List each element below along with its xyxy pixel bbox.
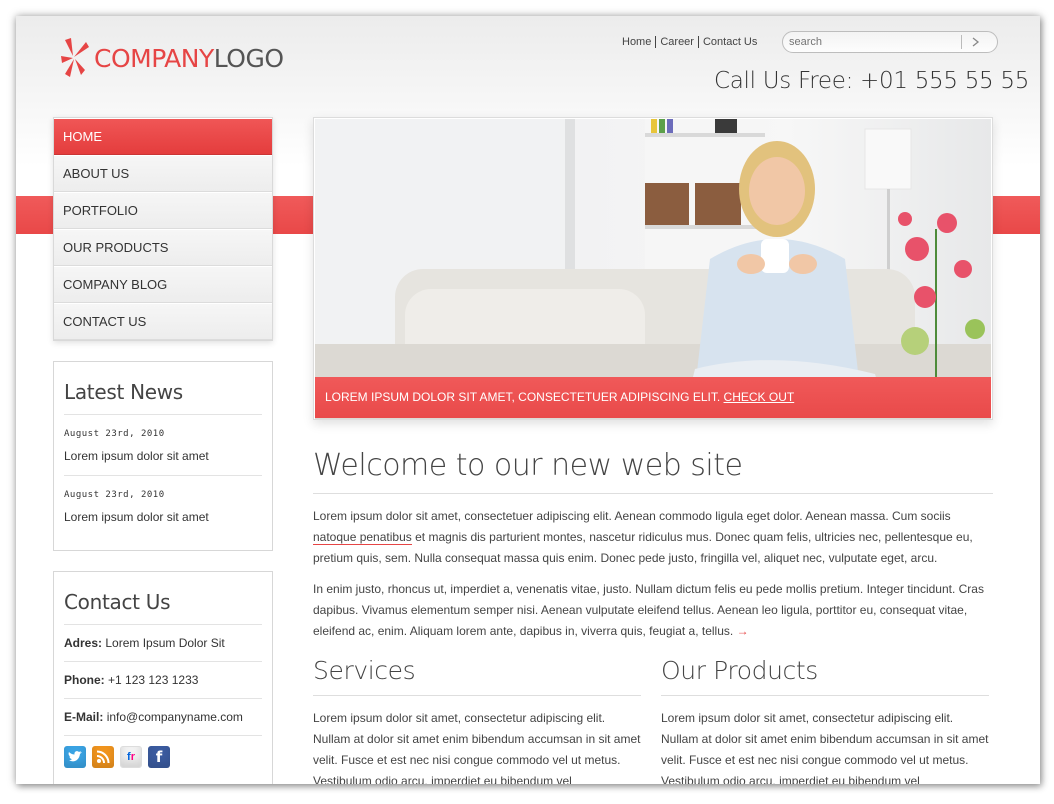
products-title: Our Products [661, 656, 989, 696]
news-text[interactable]: Lorem ipsum dolor sit amet [64, 449, 262, 463]
main-nav: HOME ABOUT US PORTFOLIO OUR PRODUCTS COM… [53, 117, 273, 341]
news-item[interactable]: August 23rd, 2010 Lorem ipsum dolor sit … [64, 415, 262, 476]
services-section: Services Lorem ipsum dolor sit amet, con… [313, 656, 641, 784]
email-label: E-Mail: [64, 710, 104, 724]
welcome-paragraph-2: In enim justo, rhoncus ut, imperdiet a, … [313, 579, 993, 642]
email-value[interactable]: info@companyname.com [107, 710, 243, 724]
rss-icon[interactable] [92, 746, 114, 768]
top-link-career[interactable]: Career [655, 36, 698, 48]
contact-box: Contact Us Adres: Lorem Ipsum Dolor Sit … [53, 571, 273, 784]
phone-label: Phone: [64, 673, 105, 687]
contact-phone: Phone: +1 123 123 1233 [64, 662, 262, 699]
nav-item-contact-us[interactable]: CONTACT US [54, 303, 272, 340]
facebook-icon[interactable]: f [148, 746, 170, 768]
nav-item-about-us[interactable]: ABOUT US [54, 155, 272, 192]
twitter-icon[interactable] [64, 746, 86, 768]
company-logo[interactable]: COMPANYLOGO [60, 36, 284, 80]
welcome-title: Welcome to our new web site [313, 448, 993, 494]
welcome-paragraph-1: Lorem ipsum dolor sit amet, consectetuer… [313, 506, 993, 569]
top-link-home[interactable]: Home [622, 36, 655, 48]
news-date: August 23rd, 2010 [64, 490, 165, 500]
nav-item-our-products[interactable]: OUR PRODUCTS [54, 229, 272, 266]
natoque-link[interactable]: natoque penatibus [313, 530, 412, 545]
services-text: Lorem ipsum dolor sit amet, consectetur … [313, 711, 641, 784]
top-link-contact[interactable]: Contact Us [697, 36, 761, 48]
news-date: August 23rd, 2010 [64, 429, 165, 439]
address-value: Lorem Ipsum Dolor Sit [105, 636, 225, 650]
nav-item-portfolio[interactable]: PORTFOLIO [54, 192, 272, 229]
news-item[interactable]: August 23rd, 2010 Lorem ipsum dolor sit … [64, 476, 262, 536]
welcome-p2: In enim justo, rhoncus ut, imperdiet a, … [313, 582, 984, 638]
hero-image [315, 119, 991, 419]
latest-news-title: Latest News [64, 362, 262, 415]
search-submit-button[interactable] [962, 32, 990, 52]
address-label: Adres: [64, 636, 103, 650]
flickr-icon[interactable]: fr [120, 746, 142, 768]
nav-item-company-blog[interactable]: COMPANY BLOG [54, 266, 272, 303]
latest-news-box: Latest News August 23rd, 2010 Lorem ipsu… [53, 361, 273, 551]
logo-text: COMPANYLOGO [94, 43, 284, 73]
phone-value: +1 123 123 1233 [108, 673, 199, 687]
page-frame: COMPANYLOGO Home Career Contact Us Call … [16, 16, 1040, 784]
contact-address: Adres: Lorem Ipsum Dolor Sit [64, 625, 262, 662]
search-box [782, 31, 998, 53]
check-out-link[interactable]: CHECK OUT [724, 390, 795, 404]
products-section: Our Products Lorem ipsum dolor sit amet,… [661, 656, 989, 784]
search-input[interactable] [789, 36, 961, 48]
hero-caption: LOREM IPSUM DOLOR SIT AMET, CONSECTETUER… [315, 377, 991, 418]
hero-caption-text: LOREM IPSUM DOLOR SIT AMET, CONSECTETUER… [325, 390, 721, 404]
contact-title: Contact Us [64, 572, 262, 625]
read-more-arrow-icon[interactable]: → [737, 624, 749, 638]
services-title: Services [313, 656, 641, 696]
contact-email: E-Mail: info@companyname.com [64, 699, 262, 736]
nav-item-home[interactable]: HOME [54, 118, 272, 155]
hero-slider: LOREM IPSUM DOLOR SIT AMET, CONSECTETUER… [313, 117, 993, 420]
social-links: fr f [64, 736, 262, 778]
logo-mark-icon [60, 36, 90, 80]
products-text: Lorem ipsum dolor sit amet, consectetur … [661, 711, 989, 784]
news-text[interactable]: Lorem ipsum dolor sit amet [64, 510, 262, 524]
top-links: Home Career Contact Us [622, 36, 761, 48]
arrow-right-icon [972, 35, 980, 50]
phone-number: Call Us Free: +01 555 55 55 [714, 68, 1030, 94]
welcome-p1-a: Lorem ipsum dolor sit amet, consectetuer… [313, 509, 951, 523]
welcome-p1-b: et magnis dis parturient montes, nascetu… [313, 530, 973, 565]
